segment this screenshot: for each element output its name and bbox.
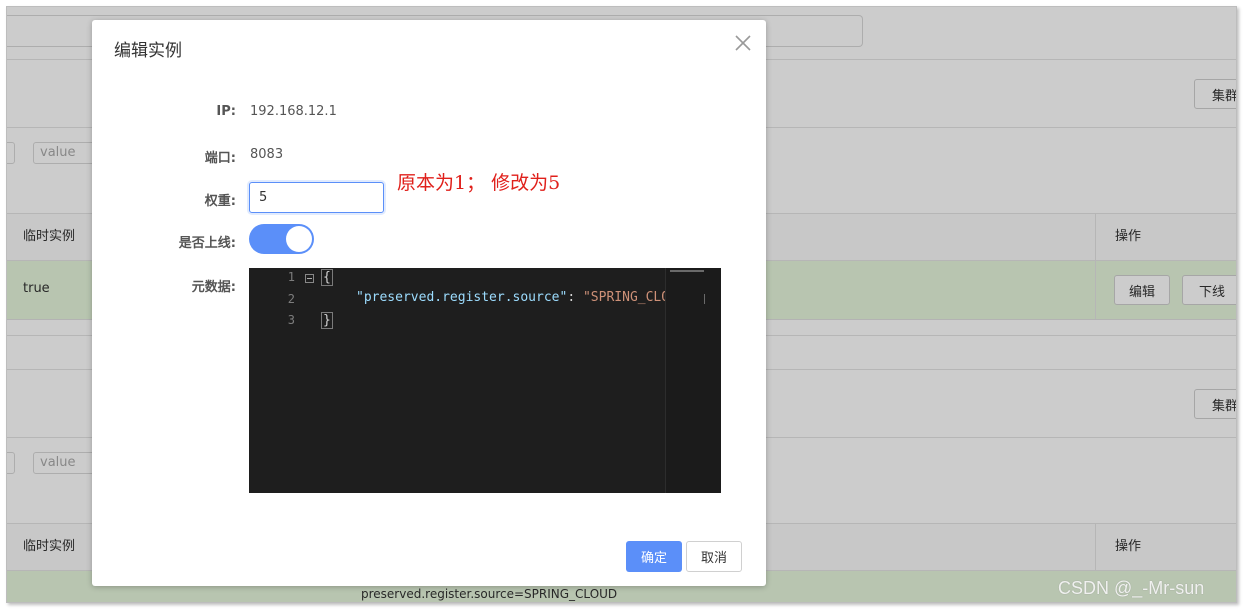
watermark: CSDN @_-Mr-sun [1058, 578, 1205, 598]
port-value: 8083 [250, 147, 284, 162]
minimap-slider [670, 270, 704, 272]
dialog-title: 编辑实例 [114, 41, 182, 61]
port-label: 端口: [204, 151, 236, 166]
open-brace: { [321, 269, 333, 286]
weight-input[interactable] [249, 182, 384, 213]
close-icon[interactable] [732, 32, 754, 54]
confirm-button[interactable]: 确定 [626, 541, 682, 572]
line-number: 3 [287, 313, 295, 327]
json-separator: : [567, 290, 583, 305]
code-line-2: "preserved.register.source": "SPRING_CLO… [321, 288, 665, 310]
annotation-text: 原本为1； 修改为5 [397, 172, 561, 194]
ip-label: IP: [216, 104, 236, 119]
code-line-1: { [321, 269, 333, 286]
line-number: 2 [287, 292, 295, 306]
metadata-label: 元数据: [191, 280, 236, 295]
json-key: "preserved.register.source" [356, 290, 568, 305]
editor-minimap[interactable] [665, 268, 721, 493]
edit-instance-dialog: 编辑实例 IP: 192.168.12.1 端口: 8083 权重: 原本为1；… [92, 20, 766, 586]
online-toggle[interactable] [249, 224, 314, 254]
ip-value: 192.168.12.1 [250, 104, 337, 119]
online-label: 是否上线: [178, 236, 236, 251]
editor-scroll-marker [704, 294, 705, 304]
close-brace: } [321, 312, 333, 329]
code-line-3: } [321, 312, 333, 329]
cancel-button[interactable]: 取消 [686, 541, 742, 572]
toggle-knob [286, 226, 312, 252]
weight-label: 权重: [204, 194, 236, 209]
metadata-editor[interactable]: 1 2 3 { "preserved.register.source": "SP… [249, 268, 721, 493]
line-number: 1 [287, 270, 295, 284]
json-value: "SPRING_CLOUD" [582, 290, 665, 305]
fold-minus-icon[interactable] [305, 274, 314, 283]
